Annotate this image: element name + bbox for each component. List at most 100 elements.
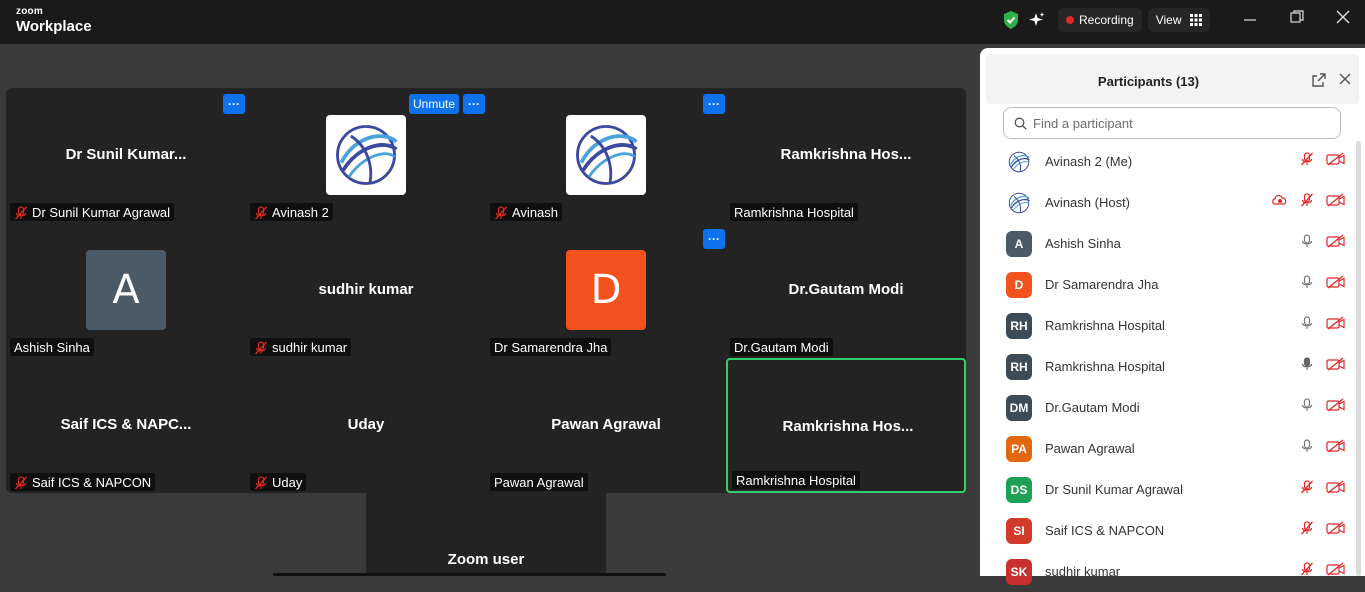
- muted-mic-icon: [254, 340, 268, 355]
- panel-scrollbar[interactable]: [1356, 141, 1361, 576]
- video-tile[interactable]: A Ashish Sinha: [6, 223, 246, 358]
- tile-name-text: Ashish Sinha: [14, 340, 90, 355]
- muted-mic-icon: [254, 475, 268, 490]
- avatar-initials: SI: [1013, 523, 1025, 538]
- tile-name-label: Avinash 2: [250, 203, 333, 221]
- video-off-icon[interactable]: [1320, 316, 1346, 335]
- video-tile[interactable]: sudhir kumar sudhir kumar: [246, 223, 486, 358]
- view-button[interactable]: View: [1147, 8, 1210, 32]
- search-input[interactable]: [1033, 115, 1323, 131]
- video-off-icon[interactable]: [1320, 439, 1346, 458]
- muted-mic-icon[interactable]: [1294, 152, 1314, 171]
- muted-mic-icon[interactable]: [1294, 193, 1314, 212]
- security-shield-icon[interactable]: [998, 10, 1024, 30]
- participant-avatar: [1006, 148, 1032, 175]
- video-off-icon[interactable]: [1320, 152, 1346, 171]
- tile-name-text: Ramkrishna Hospital: [734, 205, 854, 220]
- avatar-initials: PA: [1011, 441, 1027, 456]
- video-tile[interactable]: Ramkrishna Hos... Ramkrishna Hospital: [726, 88, 966, 223]
- muted-mic-icon[interactable]: [1294, 562, 1314, 581]
- tile-name-text: Avinash 2: [272, 205, 329, 220]
- participant-logo-image: [566, 115, 646, 195]
- video-off-icon[interactable]: [1320, 480, 1346, 499]
- muted-mic-icon[interactable]: [1294, 521, 1314, 540]
- tile-name-text: Avinash: [512, 205, 559, 220]
- tile-center-name: sudhir kumar: [318, 281, 414, 298]
- video-off-icon[interactable]: [1320, 521, 1346, 540]
- video-tile[interactable]: Dr.Gautam Modi Dr.Gautam Modi: [726, 223, 966, 358]
- video-tile[interactable]: Pawan Agrawal Pawan Agrawal: [486, 358, 726, 493]
- video-tile[interactable]: D Dr Samarendra Jha: [486, 223, 726, 358]
- participant-row[interactable]: PA Pawan Agrawal: [980, 428, 1352, 469]
- tile-center-name: Ramkrishna Hos...: [782, 418, 914, 435]
- video-tile[interactable]: Avinash: [486, 88, 726, 223]
- tile-center-name: Ramkrishna Hos...: [780, 146, 912, 163]
- video-off-icon[interactable]: [1320, 562, 1346, 581]
- muted-mic-icon: [494, 205, 508, 220]
- tile-more-button[interactable]: ···: [703, 94, 725, 114]
- search-icon: [1014, 117, 1027, 130]
- participant-row[interactable]: D Dr Samarendra Jha: [980, 264, 1352, 305]
- participant-row[interactable]: SK sudhir kumar: [980, 551, 1352, 592]
- participant-name: Saif ICS & NAPCON: [1045, 523, 1165, 538]
- video-tile[interactable]: Saif ICS & NAPC... Saif ICS & NAPCON: [6, 358, 246, 493]
- participant-row[interactable]: SI Saif ICS & NAPCON: [980, 510, 1352, 551]
- participant-avatar: DM: [1006, 394, 1032, 421]
- avatar-letter: A: [112, 267, 140, 313]
- ai-companion-icon[interactable]: [1024, 11, 1050, 29]
- participant-name: Avinash (Host): [1045, 195, 1131, 210]
- video-tile-zoom-user[interactable]: Zoom user: [366, 493, 606, 576]
- participant-row[interactable]: RH Ramkrishna Hospital: [980, 346, 1352, 387]
- tile-name-text: Saif ICS & NAPCON: [32, 475, 152, 490]
- video-off-icon[interactable]: [1320, 234, 1346, 253]
- tile-name-label: Pawan Agrawal: [490, 473, 588, 491]
- tile-more-button[interactable]: ···: [703, 229, 725, 249]
- mic-icon[interactable]: [1294, 398, 1314, 417]
- participant-search[interactable]: [1003, 107, 1341, 139]
- video-off-icon[interactable]: [1320, 357, 1346, 376]
- video-off-icon[interactable]: [1320, 398, 1346, 417]
- participant-row[interactable]: Avinash (Host): [980, 182, 1352, 223]
- recording-dot-icon: [1066, 16, 1074, 24]
- pop-out-icon[interactable]: [1311, 72, 1327, 88]
- tile-name-label: Uday: [250, 473, 307, 491]
- mic-icon[interactable]: [1294, 357, 1314, 376]
- tile-name-label: Avinash: [490, 203, 563, 221]
- tile-more-button[interactable]: ···: [463, 94, 485, 114]
- participant-row[interactable]: RH Ramkrishna Hospital: [980, 305, 1352, 346]
- mic-icon[interactable]: [1294, 316, 1314, 335]
- tile-name-text: sudhir kumar: [272, 340, 348, 355]
- participant-row[interactable]: Avinash 2 (Me): [980, 141, 1352, 182]
- close-panel-icon[interactable]: [1338, 72, 1352, 86]
- minimize-icon[interactable]: [1244, 10, 1256, 29]
- tile-center-name: Dr Sunil Kumar...: [65, 146, 187, 163]
- avatar-initials: DM: [1009, 400, 1029, 415]
- recording-indicator[interactable]: Recording: [1058, 8, 1142, 32]
- mic-icon[interactable]: [1294, 439, 1314, 458]
- participant-row[interactable]: A Ashish Sinha: [980, 223, 1352, 264]
- mic-icon[interactable]: [1294, 234, 1314, 253]
- video-tile[interactable]: Dr Sunil Kumar... Dr Sunil Kumar Agrawal: [6, 88, 246, 223]
- participant-name: Avinash 2 (Me): [1045, 154, 1133, 169]
- participant-row[interactable]: DM Dr.Gautam Modi: [980, 387, 1352, 428]
- video-tile[interactable]: Ramkrishna Hos... Ramkrishna Hospital: [726, 358, 966, 493]
- mic-icon[interactable]: [1294, 275, 1314, 294]
- muted-mic-icon: [14, 205, 28, 220]
- video-off-icon[interactable]: [1320, 275, 1346, 294]
- tile-name-text: Ramkrishna Hospital: [736, 473, 856, 488]
- tile-name-text: Dr.Gautam Modi: [734, 340, 829, 355]
- unmute-button[interactable]: Unmute: [409, 94, 460, 114]
- video-gallery: Dr Sunil Kumar... Dr Sunil Kumar Agrawal A…: [6, 88, 966, 493]
- tile-more-button[interactable]: ···: [223, 94, 245, 114]
- avatar-initials: D: [1014, 277, 1024, 292]
- muted-mic-icon[interactable]: [1294, 480, 1314, 499]
- tile-center-name: Zoom user: [447, 551, 525, 568]
- participant-avatar: PA: [1006, 435, 1032, 462]
- participant-avatar: RH: [1006, 353, 1032, 380]
- participant-row[interactable]: DS Dr Sunil Kumar Agrawal: [980, 469, 1352, 510]
- video-tile[interactable]: Uday Uday: [246, 358, 486, 493]
- video-off-icon[interactable]: [1320, 193, 1346, 212]
- close-window-icon[interactable]: [1336, 10, 1350, 29]
- restore-icon[interactable]: [1290, 10, 1304, 29]
- tile-name-text: Pawan Agrawal: [494, 475, 584, 490]
